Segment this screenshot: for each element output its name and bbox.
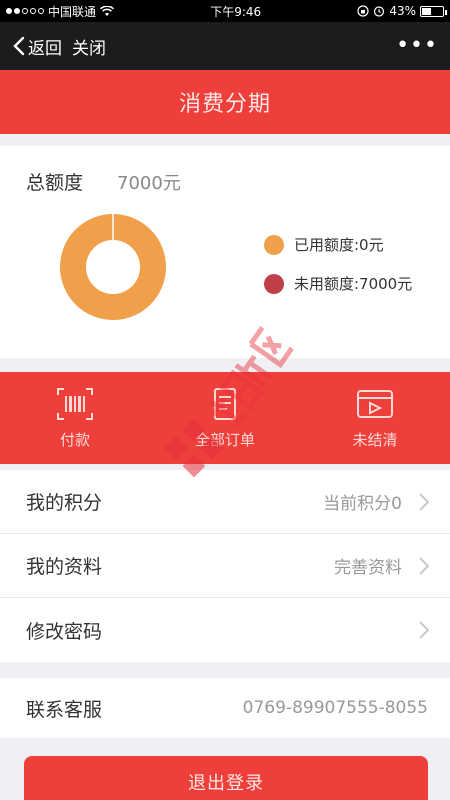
total-quota-value: 7000元 <box>117 173 181 194</box>
close-button[interactable]: 关闭 <box>72 34 106 59</box>
all-orders-label: 全部订单 <box>194 430 255 449</box>
chevron-left-icon <box>13 36 25 56</box>
menu-list: 我的积分 当前积分0 我的资料 完善资料 修改密码 <box>0 470 450 662</box>
wifi-icon <box>100 5 115 16</box>
pay-label: 付款 <box>59 430 90 449</box>
list-item-change-password[interactable]: 修改密码 <box>0 598 450 662</box>
legend-unused-label: 未用额度:7000元 <box>294 275 413 293</box>
points-value: 当前积分0 <box>323 494 402 514</box>
profile-value: 完善资料 <box>334 558 402 578</box>
chevron-right-icon <box>419 492 430 511</box>
status-left: 中国联通 <box>6 3 115 20</box>
quota-card: 总额度 7000元 已用额度:0元 未用额度:7000元 <box>0 146 450 358</box>
document-icon <box>214 387 236 420</box>
back-button[interactable]: 返回 <box>12 34 62 59</box>
barcode-icon <box>57 387 93 420</box>
page-title: 消费分期 <box>0 70 450 134</box>
all-orders-button[interactable]: 全部订单 <box>150 372 300 464</box>
nav-bar: 返回 关闭 ••• <box>0 22 450 70</box>
rotation-lock-icon <box>357 5 369 17</box>
contact-service-row[interactable]: 联系客服 0769-89907555-8055 <box>0 678 450 738</box>
pay-button[interactable]: 付款 <box>0 372 150 464</box>
total-quota: 总额度 7000元 <box>26 168 181 195</box>
legend-unused: 未用额度:7000元 <box>264 273 412 294</box>
card-icon <box>357 389 393 418</box>
contact-phone[interactable]: 0769-89907555-8055 <box>243 698 428 718</box>
legend-used-label: 已用额度:0元 <box>294 236 384 254</box>
battery-icon <box>419 5 447 17</box>
quota-legend: 已用额度:0元 未用额度:7000元 <box>264 234 412 312</box>
unsettled-label: 未结清 <box>352 430 398 449</box>
chevron-right-icon <box>419 621 430 639</box>
list-item-profile[interactable]: 我的资料 完善资料 <box>0 534 450 598</box>
action-band: 付款 全部订单 未结清 <box>0 372 450 464</box>
carrier-label: 中国联通 <box>48 4 97 19</box>
quota-donut-chart <box>60 214 166 320</box>
alarm-icon <box>374 6 385 17</box>
back-label: 返回 <box>28 38 62 59</box>
chevron-right-icon <box>419 556 430 575</box>
signal-strength-icon <box>6 8 44 14</box>
more-button[interactable]: ••• <box>396 35 438 57</box>
total-quota-label: 总额度 <box>26 172 84 194</box>
unsettled-button[interactable]: 未结清 <box>300 372 450 464</box>
list-item-points[interactable]: 我的积分 当前积分0 <box>0 470 450 534</box>
battery-level <box>421 7 431 15</box>
legend-used-dot <box>264 234 284 255</box>
status-right: 43% <box>357 4 447 18</box>
profile-label: 我的资料 <box>26 556 103 578</box>
battery-percent: 43% <box>389 4 416 18</box>
legend-unused-dot <box>264 273 284 294</box>
status-bar: 中国联通 下午9:46 43% <box>0 0 450 22</box>
logout-button[interactable]: 退出登录 <box>24 756 428 800</box>
status-time: 下午9:46 <box>210 4 262 19</box>
contact-label: 联系客服 <box>26 698 103 721</box>
legend-used: 已用额度:0元 <box>264 234 412 255</box>
points-label: 我的积分 <box>26 492 103 514</box>
change-password-label: 修改密码 <box>26 620 103 643</box>
